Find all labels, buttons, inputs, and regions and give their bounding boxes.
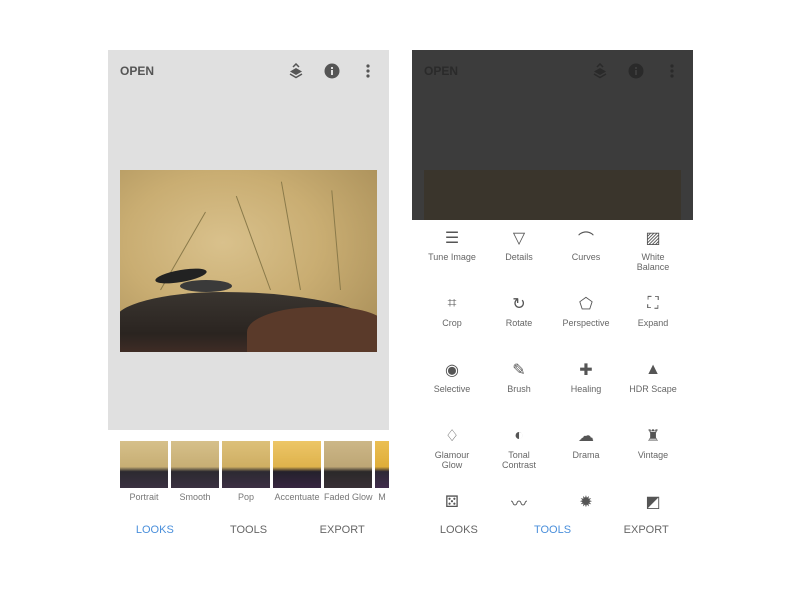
tool-selective[interactable]: ◉ Selective: [417, 361, 487, 394]
look-thumbnail[interactable]: [171, 441, 219, 488]
tab-tools[interactable]: TOOLS: [202, 524, 296, 536]
tool-glamour-glow[interactable]: ♢ Glamour Glow: [417, 427, 487, 470]
photo: [424, 170, 681, 220]
look-label: Smooth: [179, 492, 211, 502]
tool-brush[interactable]: ✎ Brush: [484, 361, 554, 394]
looks-strip[interactable]: [120, 441, 389, 488]
tool-drama[interactable]: ☁ Drama: [551, 427, 621, 460]
look-label: Accentuate: [274, 492, 320, 502]
white-balance-icon: ▨: [645, 230, 661, 247]
tool-label: Details: [505, 252, 533, 262]
dimmed-overlay[interactable]: OPEN: [412, 50, 693, 220]
tool-label: Expand: [637, 318, 669, 328]
layers-icon[interactable]: [287, 62, 305, 80]
top-bar: OPEN: [108, 50, 389, 92]
look-label: M: [378, 492, 386, 502]
tab-tools[interactable]: TOOLS: [506, 524, 600, 536]
cloud-icon: ☁: [578, 428, 594, 445]
tool-label: Vintage: [637, 450, 669, 460]
tool-details[interactable]: ▽ Details: [484, 229, 554, 262]
diamond-icon: ♢: [444, 428, 460, 445]
tab-export[interactable]: EXPORT: [295, 524, 389, 536]
tool-perspective[interactable]: ⬠ Perspective: [551, 295, 621, 328]
tool-bw-icon[interactable]: ◩: [618, 493, 688, 516]
layers-icon: [591, 62, 609, 80]
more-vert-icon[interactable]: [359, 62, 377, 80]
info-icon[interactable]: [323, 62, 341, 80]
open-button[interactable]: OPEN: [120, 64, 154, 78]
look-label: Pop: [237, 492, 254, 502]
bw-icon: ◩: [645, 494, 661, 511]
tool-vintage[interactable]: ♜ Vintage: [618, 427, 688, 460]
tool-tonal-contrast[interactable]: ◐ Tonal Contrast: [484, 427, 554, 470]
tool-label: Selective: [433, 384, 471, 394]
tool-white-balance[interactable]: ▨ White Balance: [618, 229, 688, 272]
info-icon: [627, 62, 645, 80]
tool-label: Tune Image: [428, 252, 476, 262]
look-label: Portrait: [129, 492, 159, 502]
tonal-icon: ◐: [514, 427, 524, 444]
mountain-icon: ▲: [645, 361, 661, 378]
rotate-icon: ↻: [512, 296, 526, 313]
tool-tune-image[interactable]: ☰ Tune Image: [417, 229, 487, 262]
grainy-icon: ⚄: [445, 494, 459, 511]
perspective-icon: ⬠: [579, 296, 593, 313]
tool-grainy-icon[interactable]: ⚄: [417, 493, 487, 516]
tool-expand[interactable]: ⛶ Expand: [618, 295, 688, 328]
open-button: OPEN: [424, 64, 459, 78]
curves-icon: ⌒: [577, 232, 594, 249]
look-thumbnail[interactable]: [324, 441, 372, 488]
looks-screen: OPEN Portrait Smooth Pop Accentuate Fade…: [108, 50, 389, 550]
tool-label: Rotate: [505, 318, 533, 328]
tool-label: Perspective: [562, 318, 610, 328]
look-thumbnail[interactable]: [273, 441, 321, 488]
crop-icon: ⌗: [447, 295, 457, 312]
tool-grunge-icon[interactable]: ✹: [551, 493, 621, 516]
tool-rotate[interactable]: ↻ Rotate: [484, 295, 554, 328]
tool-healing[interactable]: ✚ Healing: [551, 361, 621, 394]
tool-crop[interactable]: ⌗ Crop: [417, 295, 487, 328]
tool-mustache-icon[interactable]: 〰: [484, 493, 554, 516]
tool-label: Curves: [571, 252, 601, 262]
selective-icon: ◉: [445, 362, 459, 379]
brush-icon: ✎: [512, 362, 526, 379]
triangle-icon: ▽: [512, 230, 526, 247]
look-thumbnail[interactable]: [120, 441, 168, 488]
tab-looks[interactable]: LOOKS: [108, 524, 202, 536]
bottom-nav: LOOKS TOOLS EXPORT: [108, 524, 389, 536]
more-vert-icon: [663, 62, 681, 80]
sliders-icon: ☰: [444, 230, 460, 247]
tool-label: HDR Scape: [629, 384, 677, 394]
look-label: Faded Glow: [324, 492, 373, 502]
tool-label: Glamour Glow: [434, 450, 470, 470]
image-stage: OPEN: [108, 50, 389, 430]
tool-hdr-scape[interactable]: ▲ HDR Scape: [618, 361, 688, 394]
look-thumbnail[interactable]: [375, 441, 389, 488]
tab-looks[interactable]: LOOKS: [412, 524, 506, 536]
tab-export[interactable]: EXPORT: [599, 524, 693, 536]
tool-label: Healing: [570, 384, 602, 394]
tools-screen: OPEN ☰ Tune Image ▽ Details ⌒ Curves ▨ White Ba…: [412, 50, 693, 550]
mustache-icon: 〰: [510, 496, 527, 513]
tool-label: Brush: [507, 384, 531, 394]
tool-curves[interactable]: ⌒ Curves: [551, 229, 621, 262]
tool-label: Crop: [442, 318, 462, 328]
look-thumbnail[interactable]: [222, 441, 270, 488]
lamp-icon: ♜: [645, 428, 661, 445]
grunge-icon: ✹: [579, 494, 593, 511]
healing-icon: ✚: [579, 362, 593, 379]
tool-label: White Balance: [636, 252, 670, 272]
expand-icon: ⛶: [647, 295, 659, 312]
tool-label: Tonal Contrast: [501, 450, 536, 470]
photo: [120, 170, 377, 352]
bottom-nav: LOOKS TOOLS EXPORT: [412, 524, 693, 536]
tool-label: Drama: [572, 450, 600, 460]
